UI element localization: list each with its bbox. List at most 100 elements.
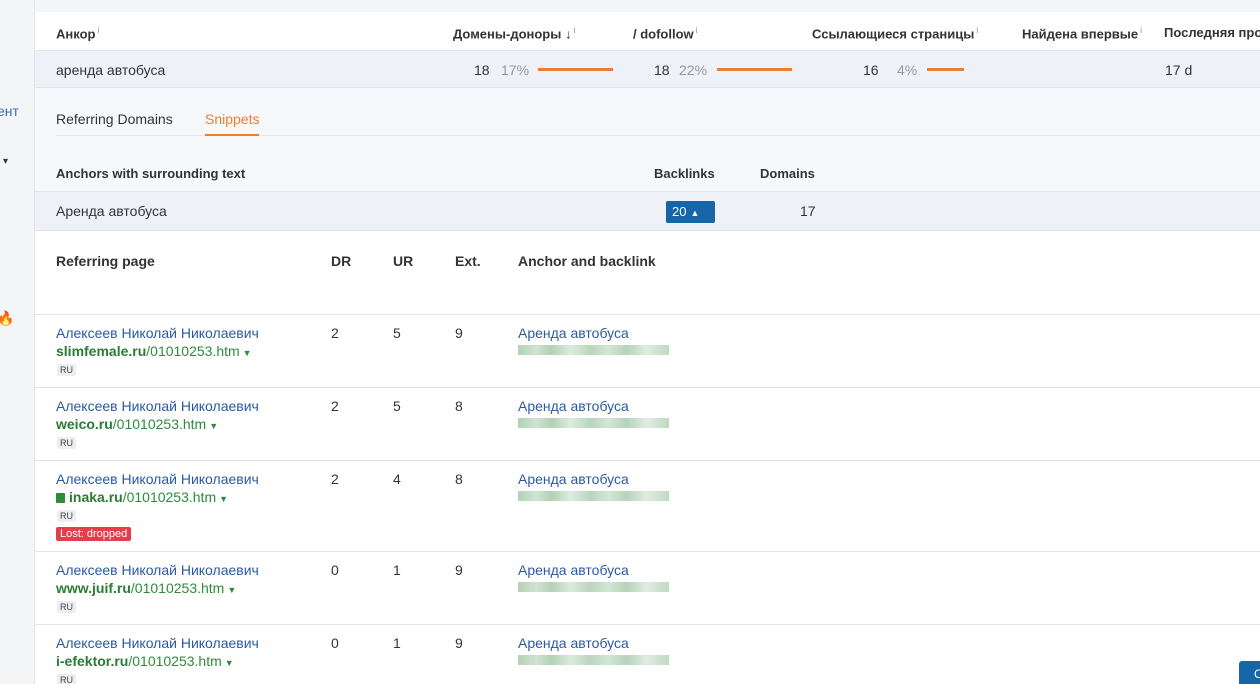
- info-icon[interactable]: i: [696, 25, 698, 35]
- dofollow-bar: [717, 68, 792, 71]
- header-referring-domains[interactable]: Домены-доноры ↓ i: [453, 25, 575, 41]
- header-anchor-backlink: Anchor and backlink: [518, 253, 656, 269]
- floating-action-button[interactable]: С: [1239, 661, 1260, 684]
- tab-snippets[interactable]: Snippets: [205, 111, 260, 136]
- referring-page-url[interactable]: weico.ru/01010253.htm ▼: [56, 416, 218, 432]
- lock-icon: [56, 493, 65, 503]
- header-anchors-surrounding: Anchors with surrounding text: [56, 166, 246, 181]
- dr-value: 0: [331, 562, 339, 578]
- language-badge: RU: [57, 510, 76, 522]
- ref-pages-count: 16: [863, 62, 879, 78]
- table-row: Алексеев Николай Николаевич i-efektor.ru…: [35, 624, 1260, 684]
- sort-arrow-icon: ↓: [564, 26, 572, 42]
- referring-page-title[interactable]: Алексеев Николай Николаевич: [56, 562, 259, 578]
- domains-count: 18: [474, 62, 490, 78]
- lost-status-badge: Lost: dropped: [56, 527, 132, 541]
- ref-pages-percent: 4%: [897, 62, 918, 78]
- header-last-seen[interactable]: Последняя про: [1164, 25, 1260, 40]
- blurred-backlink: [518, 582, 669, 592]
- language-badge: RU: [57, 601, 76, 613]
- info-icon[interactable]: i: [97, 25, 99, 35]
- ext-value: 9: [455, 562, 463, 578]
- info-icon[interactable]: i: [573, 25, 575, 35]
- header-ext[interactable]: Ext.: [455, 253, 481, 269]
- anchor-text: аренда автобуса: [56, 62, 166, 78]
- tab-referring-domains[interactable]: Referring Domains: [56, 111, 173, 127]
- domains-bar: [538, 68, 613, 71]
- ref-pages-bar: [927, 68, 964, 71]
- dr-value: 2: [331, 398, 339, 414]
- chevron-down-icon[interactable]: ▼: [225, 658, 234, 668]
- referring-page-url[interactable]: i-efektor.ru/01010253.htm ▼: [56, 653, 234, 669]
- anchor-link[interactable]: Аренда автобуса: [518, 562, 629, 578]
- ur-value: 1: [393, 562, 401, 578]
- dofollow-percent: 22%: [679, 62, 708, 78]
- dofollow-count: 18: [654, 62, 670, 78]
- blurred-backlink: [518, 418, 669, 428]
- top-strip: [35, 0, 1260, 12]
- dr-value: 2: [331, 471, 339, 487]
- referring-page-url[interactable]: inaka.ru/01010253.htm ▼: [56, 489, 228, 505]
- table-row: Алексеев Николай Николаевич weico.ru/010…: [35, 387, 1260, 460]
- ext-value: 9: [455, 635, 463, 651]
- anchor-link[interactable]: Аренда автобуса: [518, 471, 629, 487]
- header-domains: Domains: [760, 166, 815, 181]
- dr-value: 0: [331, 635, 339, 651]
- referring-page-url[interactable]: www.juif.ru/01010253.htm ▼: [56, 580, 236, 596]
- backlinks-toggle-button[interactable]: 20 ▲: [666, 201, 715, 223]
- ext-value: 8: [455, 398, 463, 414]
- header-anchor[interactable]: Анкор i: [56, 25, 99, 41]
- chevron-up-icon: ▲: [690, 208, 700, 218]
- anchor-detail-panel: Referring Domains Snippets Anchors with …: [35, 88, 1260, 684]
- language-badge: RU: [57, 674, 76, 684]
- ext-value: 9: [455, 325, 463, 341]
- anchor-link[interactable]: Аренда автобуса: [518, 635, 629, 651]
- ur-value: 4: [393, 471, 401, 487]
- blurred-backlink: [518, 345, 669, 355]
- header-first-seen[interactable]: Найдена впервые i: [1022, 25, 1142, 41]
- left-sidebar: ент ▾ 🔥: [0, 0, 35, 684]
- dr-value: 2: [331, 325, 339, 341]
- detail-tabs: Referring Domains Snippets: [56, 106, 1260, 136]
- referring-page-title[interactable]: Алексеев Николай Николаевич: [56, 471, 259, 487]
- referring-page-title[interactable]: Алексеев Николай Николаевич: [56, 398, 259, 414]
- domains-percent: 17%: [501, 62, 530, 78]
- header-ur[interactable]: UR: [393, 253, 413, 269]
- info-icon[interactable]: i: [1140, 25, 1142, 35]
- chevron-down-icon[interactable]: ▼: [209, 421, 218, 431]
- snippet-domains: 17: [800, 203, 816, 219]
- chevron-down-icon[interactable]: ▾: [3, 156, 8, 167]
- ur-value: 5: [393, 398, 401, 414]
- last-seen-value: 17 d: [1165, 62, 1193, 78]
- snippet-text: Аренда автобуса: [56, 203, 167, 219]
- sidebar-item-partial[interactable]: ент: [0, 103, 19, 119]
- main-content: Анкор i Домены-доноры ↓ i / dofollow i Ссыл…: [35, 0, 1260, 684]
- anchor-link[interactable]: Аренда автобуса: [518, 398, 629, 414]
- info-icon[interactable]: i: [976, 25, 978, 35]
- referring-page-title[interactable]: Алексеев Николай Николаевич: [56, 325, 259, 341]
- anchor-row[interactable]: аренда автобуса 18 17% 18 22% 16 4% 17 d: [35, 51, 1260, 88]
- header-backlinks: Backlinks: [654, 166, 715, 181]
- table-row: Алексеев Николай Николаевич slimfemale.r…: [35, 314, 1260, 387]
- header-dr[interactable]: DR: [331, 253, 351, 269]
- anchor-link[interactable]: Аренда автобуса: [518, 325, 629, 341]
- ur-value: 1: [393, 635, 401, 651]
- referring-page-url[interactable]: slimfemale.ru/01010253.htm ▼: [56, 343, 252, 359]
- referring-page-title[interactable]: Алексеев Николай Николаевич: [56, 635, 259, 651]
- chevron-down-icon[interactable]: ▼: [243, 348, 252, 358]
- table-row: Алексеев Николай Николаевич inaka.ru/010…: [35, 460, 1260, 551]
- chevron-down-icon[interactable]: ▼: [219, 494, 228, 504]
- header-dofollow[interactable]: / dofollow i: [633, 25, 698, 41]
- table-row: Алексеев Николай Николаевич www.juif.ru/…: [35, 551, 1260, 624]
- header-referring-page[interactable]: Referring page: [56, 253, 155, 269]
- ur-value: 5: [393, 325, 401, 341]
- snippet-row[interactable]: Аренда автобуса 20 ▲ 17: [35, 191, 1260, 231]
- anchors-table-header: Анкор i Домены-доноры ↓ i / dofollow i Ссыл…: [35, 12, 1260, 51]
- header-referring-pages[interactable]: Ссылающиеся страницы i: [812, 25, 978, 41]
- blurred-backlink: [518, 491, 669, 501]
- language-badge: RU: [57, 364, 76, 376]
- language-badge: RU: [57, 437, 76, 449]
- chevron-down-icon[interactable]: ▼: [227, 585, 236, 595]
- backlinks-subtable: Referring page DR UR Ext. Anchor and bac…: [35, 231, 1260, 684]
- blurred-backlink: [518, 655, 669, 665]
